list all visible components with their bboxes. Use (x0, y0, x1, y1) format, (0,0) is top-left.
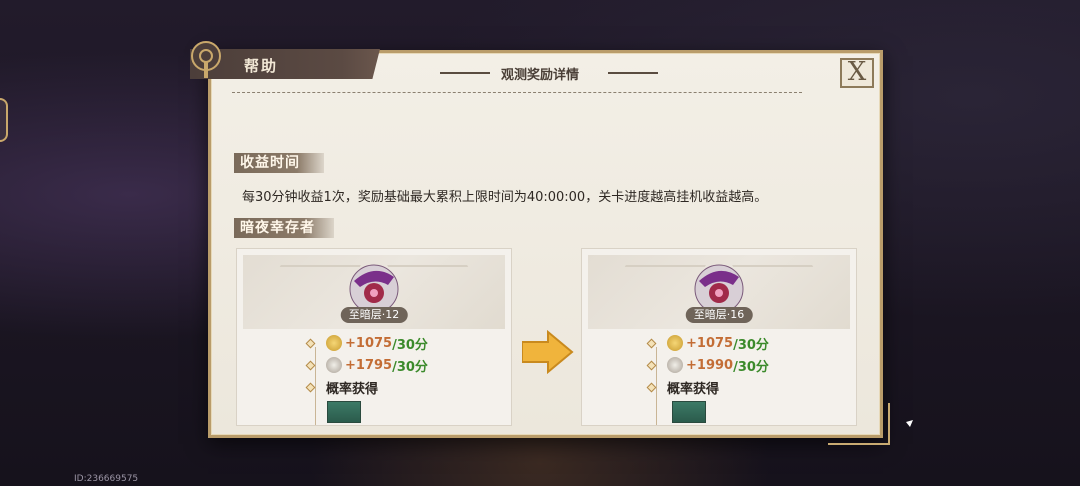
reward-rate: /30分 (392, 359, 428, 375)
magnifier-icon (667, 357, 683, 373)
reward-amount: +1075 (686, 335, 734, 351)
bullet-diamond-icon (646, 338, 657, 348)
drop-item-thumbnail[interactable] (327, 401, 361, 423)
title-decoration-right (608, 72, 658, 74)
probability-row: 概率获得 (646, 377, 720, 397)
progress-arrow-icon (522, 330, 574, 374)
side-tab[interactable] (0, 98, 8, 142)
reward-amount: +1795 (345, 357, 393, 373)
cursor-icon (906, 420, 913, 427)
reward-rate: /30分 (733, 337, 769, 353)
bullet-diamond-icon (305, 338, 316, 348)
magnifier-icon (326, 357, 342, 373)
section-label-survivor: 暗夜幸存者 (234, 218, 334, 238)
income-time-description: 每30分钟收益1次，奖励基础最大累积上限时间为40:00:00，关卡进度越高挂机… (242, 190, 768, 205)
user-id-label: ID:236669575 (74, 474, 139, 484)
probability-label: 概率获得 (667, 381, 720, 397)
reward-row-exp: +1795 /30分 (305, 355, 428, 375)
drop-item-thumbnail[interactable] (672, 401, 706, 423)
section-label-income-time: 收益时间 (234, 153, 324, 173)
help-title: 帮助 (244, 57, 279, 75)
reward-row-gold: +1075 /30分 (646, 333, 769, 353)
reward-row-gold: +1075 /30分 (305, 333, 428, 353)
help-emblem-icon (191, 41, 221, 78)
probability-row: 概率获得 (305, 377, 379, 397)
reward-row-exp: +1990 /30分 (646, 355, 769, 375)
reward-amount: +1990 (686, 357, 734, 373)
bullet-diamond-icon (305, 360, 316, 370)
probability-label: 概率获得 (326, 381, 379, 397)
level-badge: 至暗层·16 (685, 307, 753, 323)
header-divider (232, 92, 802, 93)
close-button[interactable]: X (840, 58, 874, 88)
reward-card-current: 至暗层·12 +1075 /30分 +1795 /30分 概率获得 (236, 248, 512, 426)
reward-amount: +1075 (345, 335, 393, 351)
gold-coin-icon (326, 335, 342, 351)
bullet-diamond-icon (646, 382, 657, 392)
gold-coin-icon (667, 335, 683, 351)
reward-rate: /30分 (733, 359, 769, 375)
bullet-diamond-icon (305, 382, 316, 392)
reward-rate: /30分 (392, 337, 428, 353)
level-badge: 至暗层·12 (340, 307, 408, 323)
bullet-diamond-icon (646, 360, 657, 370)
reward-card-next: 至暗层·16 +1075 /30分 +1990 /30分 概率获得 (581, 248, 857, 426)
